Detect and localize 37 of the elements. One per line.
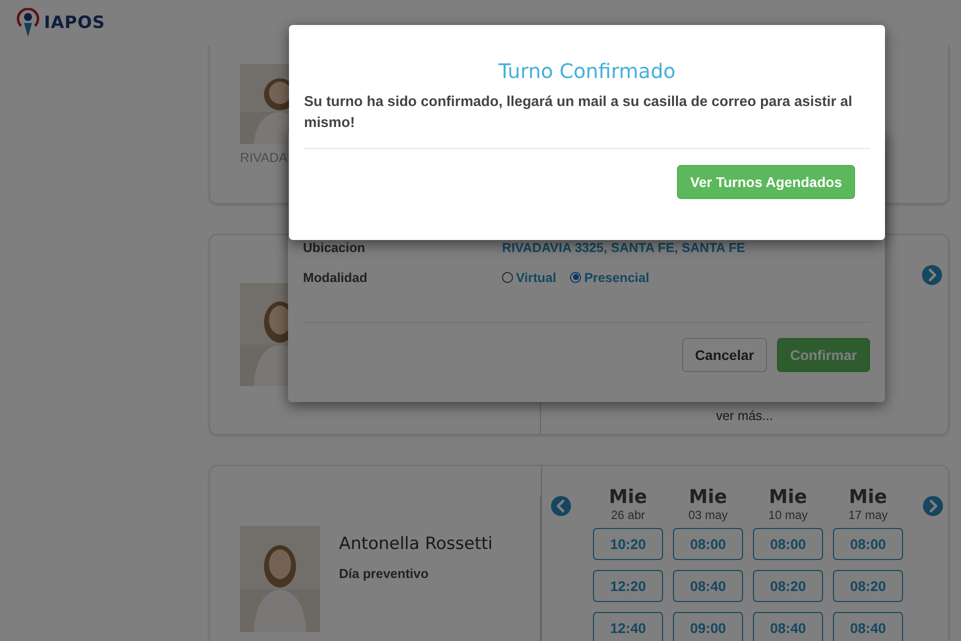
- time-slot-button[interactable]: 08:20: [753, 570, 823, 602]
- radio-label[interactable]: Presencial: [584, 270, 650, 284]
- time-slot-button[interactable]: 10:20: [593, 528, 663, 560]
- cancel-button[interactable]: Cancelar: [682, 338, 768, 372]
- field-label: Ubicacion: [303, 240, 366, 254]
- time-slot-button[interactable]: 08:40: [673, 570, 743, 602]
- see-more-link[interactable]: ver más...: [716, 408, 774, 423]
- time-slot-button[interactable]: 12:40: [593, 612, 663, 641]
- field-value: RIVADAVIA 3325, SANTA FE, SANTA FE: [502, 240, 746, 254]
- time-slot-button[interactable]: 08:00: [673, 528, 743, 560]
- weekday-label: Mie: [608, 486, 648, 508]
- time-slot-button[interactable]: 09:00: [673, 612, 743, 641]
- time-slot-button[interactable]: 08:40: [753, 612, 823, 641]
- field-label: Modalidad: [303, 270, 368, 284]
- logo-text: IAPOS: [44, 12, 106, 32]
- doctor-name: Antonella Rossetti: [339, 534, 493, 554]
- time-slot-button[interactable]: 08:00: [833, 528, 903, 560]
- date-label: 10 may: [768, 508, 808, 522]
- radio-button[interactable]: [502, 272, 513, 282]
- time-slot-button[interactable]: 12:20: [593, 570, 663, 602]
- view-appointments-button[interactable]: Ver Turnos Agendados: [677, 165, 855, 199]
- time-slot-button[interactable]: 08:00: [753, 528, 823, 560]
- weekday-label: Mie: [768, 486, 808, 508]
- time-slot-button[interactable]: 08:40: [833, 612, 903, 641]
- location-pin-icon: [16, 8, 40, 38]
- time-slot-button[interactable]: 08:20: [833, 570, 903, 602]
- date-label: 03 may: [688, 508, 728, 522]
- dialog-title: Turno Confirmado: [497, 59, 676, 83]
- specialty-text: Día preventivo: [339, 566, 430, 581]
- date-label: 17 may: [848, 508, 888, 522]
- radio-label[interactable]: Virtual: [516, 270, 556, 284]
- radio-button[interactable]: [570, 272, 582, 282]
- date-label: 26 abr: [610, 508, 646, 522]
- confirm-button[interactable]: Confirmar: [777, 338, 870, 372]
- dialog-message: Su turno ha sido confirmado, llegará un mail a su casilla de correo para asistir al mismo!: [304, 93, 854, 133]
- weekday-label: Mie: [848, 486, 888, 508]
- weekday-label: Mie: [688, 486, 728, 508]
